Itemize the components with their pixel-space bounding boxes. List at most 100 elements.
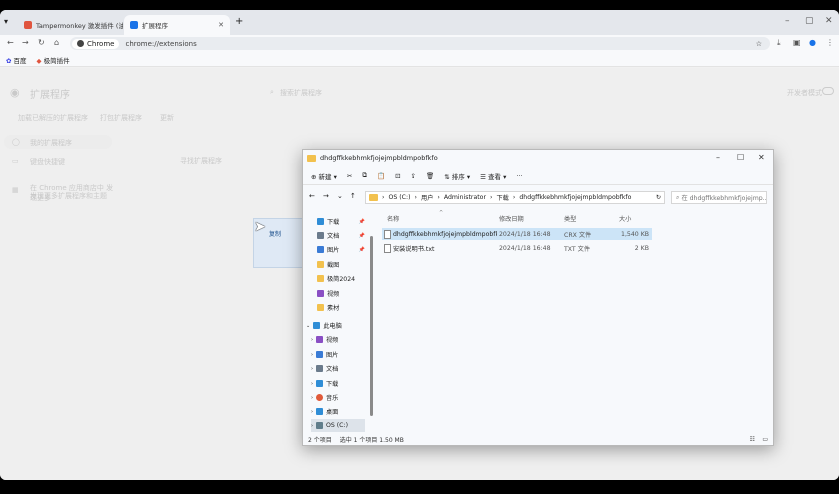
home-icon[interactable]: ⌂ xyxy=(54,38,59,47)
chevron-right-icon[interactable]: › xyxy=(311,395,313,401)
details-view-icon[interactable]: ☷ xyxy=(750,436,755,443)
col-size[interactable]: 大小 xyxy=(619,212,631,224)
refresh-icon[interactable]: ↻ xyxy=(656,194,661,201)
crumb-downloads[interactable]: 下载 xyxy=(497,193,509,202)
delete-icon[interactable]: 🗑 xyxy=(426,172,434,180)
document-icon xyxy=(317,232,324,239)
picture-icon xyxy=(317,246,324,253)
command-bar: ⊕ 新建 ▾ ✂ ⧉ 📋 ⊡ ⇪ 🗑 ⇅ 排序 ▾ ☰ 查看 ▾ ··· xyxy=(303,167,773,185)
col-type[interactable]: 类型 xyxy=(564,212,576,224)
menu-shortcuts[interactable]: 键盘快捷键 xyxy=(30,157,65,167)
nav-pc-music[interactable]: › 音乐 xyxy=(311,391,373,404)
chevron-down-icon[interactable]: ⌄ xyxy=(306,323,310,329)
col-name[interactable]: 名称 xyxy=(387,212,399,224)
nav-pc-c-drive[interactable]: › OS (C:) xyxy=(311,419,365,432)
close-icon[interactable]: ✕ xyxy=(218,21,224,29)
menu-icon[interactable]: ⋮ xyxy=(826,38,834,47)
back-icon[interactable]: ← xyxy=(7,38,14,47)
cut-icon[interactable]: ✂ xyxy=(347,172,352,180)
file-date: 2024/1/18 16:48 xyxy=(499,230,551,238)
tab-search-icon[interactable]: ▾ xyxy=(4,17,8,26)
forward-icon[interactable]: → xyxy=(323,192,329,200)
drive-icon xyxy=(316,422,323,429)
sidepanel-icon[interactable]: ▣ xyxy=(793,38,801,47)
history-icon[interactable]: ⌄ xyxy=(337,192,343,200)
close-window-button[interactable]: ✕ xyxy=(825,16,833,26)
search-icon: ⌕ xyxy=(270,88,274,96)
omnibox[interactable]: Chrome chrome://extensions ☆ xyxy=(70,37,770,50)
pack-button[interactable]: 打包扩展程序 xyxy=(100,113,142,123)
mouse-cursor-icon: ➤ xyxy=(254,219,266,235)
chrome-chip[interactable]: Chrome xyxy=(72,38,120,49)
nav-item-this-pc[interactable]: ⌄ 此电脑 xyxy=(306,319,368,332)
nav-pc-pictures[interactable]: › 图片 xyxy=(311,348,373,361)
tab-extensions[interactable]: 扩展程序 ✕ xyxy=(124,15,230,35)
new-tab-button[interactable]: + xyxy=(235,16,243,27)
address-box[interactable]: › OS (C:) › 用户 › Administrator › 下载 › dhdgff… xyxy=(365,191,665,204)
file-name: dhdgffkkebhmkfjojejmpbldmpobfkfo... xyxy=(393,230,497,238)
pin-icon: 📌 xyxy=(358,246,365,253)
address-bar-row: ← → ⌄ ↑ › OS (C:) › 用户 › Administrator › 下载… xyxy=(303,188,773,208)
chevron-right-icon[interactable]: › xyxy=(311,381,313,387)
view-button[interactable]: ☰ 查看 ▾ xyxy=(480,171,506,181)
profile-icon[interactable]: ● xyxy=(809,38,816,47)
nav-pc-videos[interactable]: › 视频 xyxy=(311,333,373,346)
item-count: 2 个项目 xyxy=(308,436,332,444)
chevron-right-icon[interactable]: › xyxy=(311,409,313,415)
back-icon[interactable]: ← xyxy=(309,192,315,200)
ext-search-input[interactable]: 搜索扩展程序 xyxy=(280,88,322,98)
maximize-button[interactable]: ▢ xyxy=(805,16,814,26)
copy-icon[interactable]: ⧉ xyxy=(362,171,367,180)
crumb-folder[interactable]: dhdgffkkebhmkfjojejmpbldmpobfkfo xyxy=(519,194,631,201)
nav-item-downloads[interactable]: 下载 📌 xyxy=(317,215,379,228)
explorer-title: dhdgffkkebhmkfjojejmpbldmpobfkfo xyxy=(320,154,438,162)
crumb-users[interactable]: 用户 xyxy=(421,193,433,202)
folder-icon xyxy=(369,194,378,201)
puzzle-icon xyxy=(130,21,138,29)
nav-pc-documents[interactable]: › 文档 xyxy=(311,362,373,375)
file-row[interactable]: dhdgffkkebhmkfjojejmpbldmpobfkfo... 2024… xyxy=(382,228,652,240)
chevron-right-icon[interactable]: › xyxy=(311,337,313,343)
chevron-right-icon[interactable]: › xyxy=(311,423,313,429)
file-name: 安装说明书.txt xyxy=(393,245,435,253)
star-icon[interactable]: ☆ xyxy=(756,40,762,48)
menu-my-extensions[interactable]: ◯ 我的扩展程序 xyxy=(4,135,112,149)
close-window-button[interactable]: ✕ xyxy=(758,153,765,162)
bookmark-jijian[interactable]: ◆ 极简插件 xyxy=(37,55,70,65)
nav-pc-desktop[interactable]: › 桌面 xyxy=(311,405,373,418)
nav-pc-downloads[interactable]: › 下载 xyxy=(311,377,373,390)
tab-tampermonkey[interactable]: Tampermonkey 激发插件 (油猴... ✕ xyxy=(18,15,123,35)
jijian-icon: ◆ xyxy=(36,56,42,65)
sort-button[interactable]: ⇅ 排序 ▾ xyxy=(444,171,470,181)
forward-icon[interactable]: → xyxy=(22,38,29,47)
dev-mode-toggle[interactable] xyxy=(822,87,834,95)
nav-scrollbar[interactable] xyxy=(370,236,373,416)
tiles-view-icon[interactable]: ▭ xyxy=(762,436,768,443)
maximize-button[interactable]: ☐ xyxy=(737,153,744,162)
computer-icon xyxy=(313,322,321,329)
up-icon[interactable]: ↑ xyxy=(350,192,356,200)
file-size: 1,540 KB xyxy=(621,230,649,238)
update-button[interactable]: 更新 xyxy=(160,113,174,123)
text-file-icon xyxy=(384,243,391,253)
minimize-button[interactable]: – xyxy=(785,16,790,26)
share-icon[interactable]: ⇪ xyxy=(411,172,416,180)
paste-icon[interactable]: 📋 xyxy=(377,172,385,180)
pin-icon: 📌 xyxy=(358,218,365,225)
minimize-button[interactable]: – xyxy=(716,153,720,162)
col-date[interactable]: 修改日期 xyxy=(499,212,524,224)
download-icon xyxy=(317,218,324,225)
new-button[interactable]: ⊕ 新建 ▾ xyxy=(311,171,337,181)
bookmark-baidu[interactable]: ✿ 百度 xyxy=(6,55,27,65)
rename-icon[interactable]: ⊡ xyxy=(395,172,400,180)
more-button[interactable]: ··· xyxy=(516,172,522,180)
chevron-right-icon[interactable]: › xyxy=(311,366,313,372)
chevron-right-icon[interactable]: › xyxy=(311,352,313,358)
crumb-c[interactable]: OS (C:) xyxy=(388,194,410,201)
download-icon[interactable]: ⤓ xyxy=(777,38,781,48)
reload-icon[interactable]: ↻ xyxy=(38,38,45,47)
load-unpacked-button[interactable]: 加载已解压的扩展程序 xyxy=(18,113,88,123)
explorer-search-input[interactable]: ⌕ 在 dhdgffkkebhmkfjojejmp... xyxy=(671,191,767,204)
file-row[interactable]: 安装说明书.txt 2024/1/18 16:48 TXT 文件 2 KB xyxy=(382,242,652,254)
crumb-admin[interactable]: Administrator xyxy=(444,194,486,201)
